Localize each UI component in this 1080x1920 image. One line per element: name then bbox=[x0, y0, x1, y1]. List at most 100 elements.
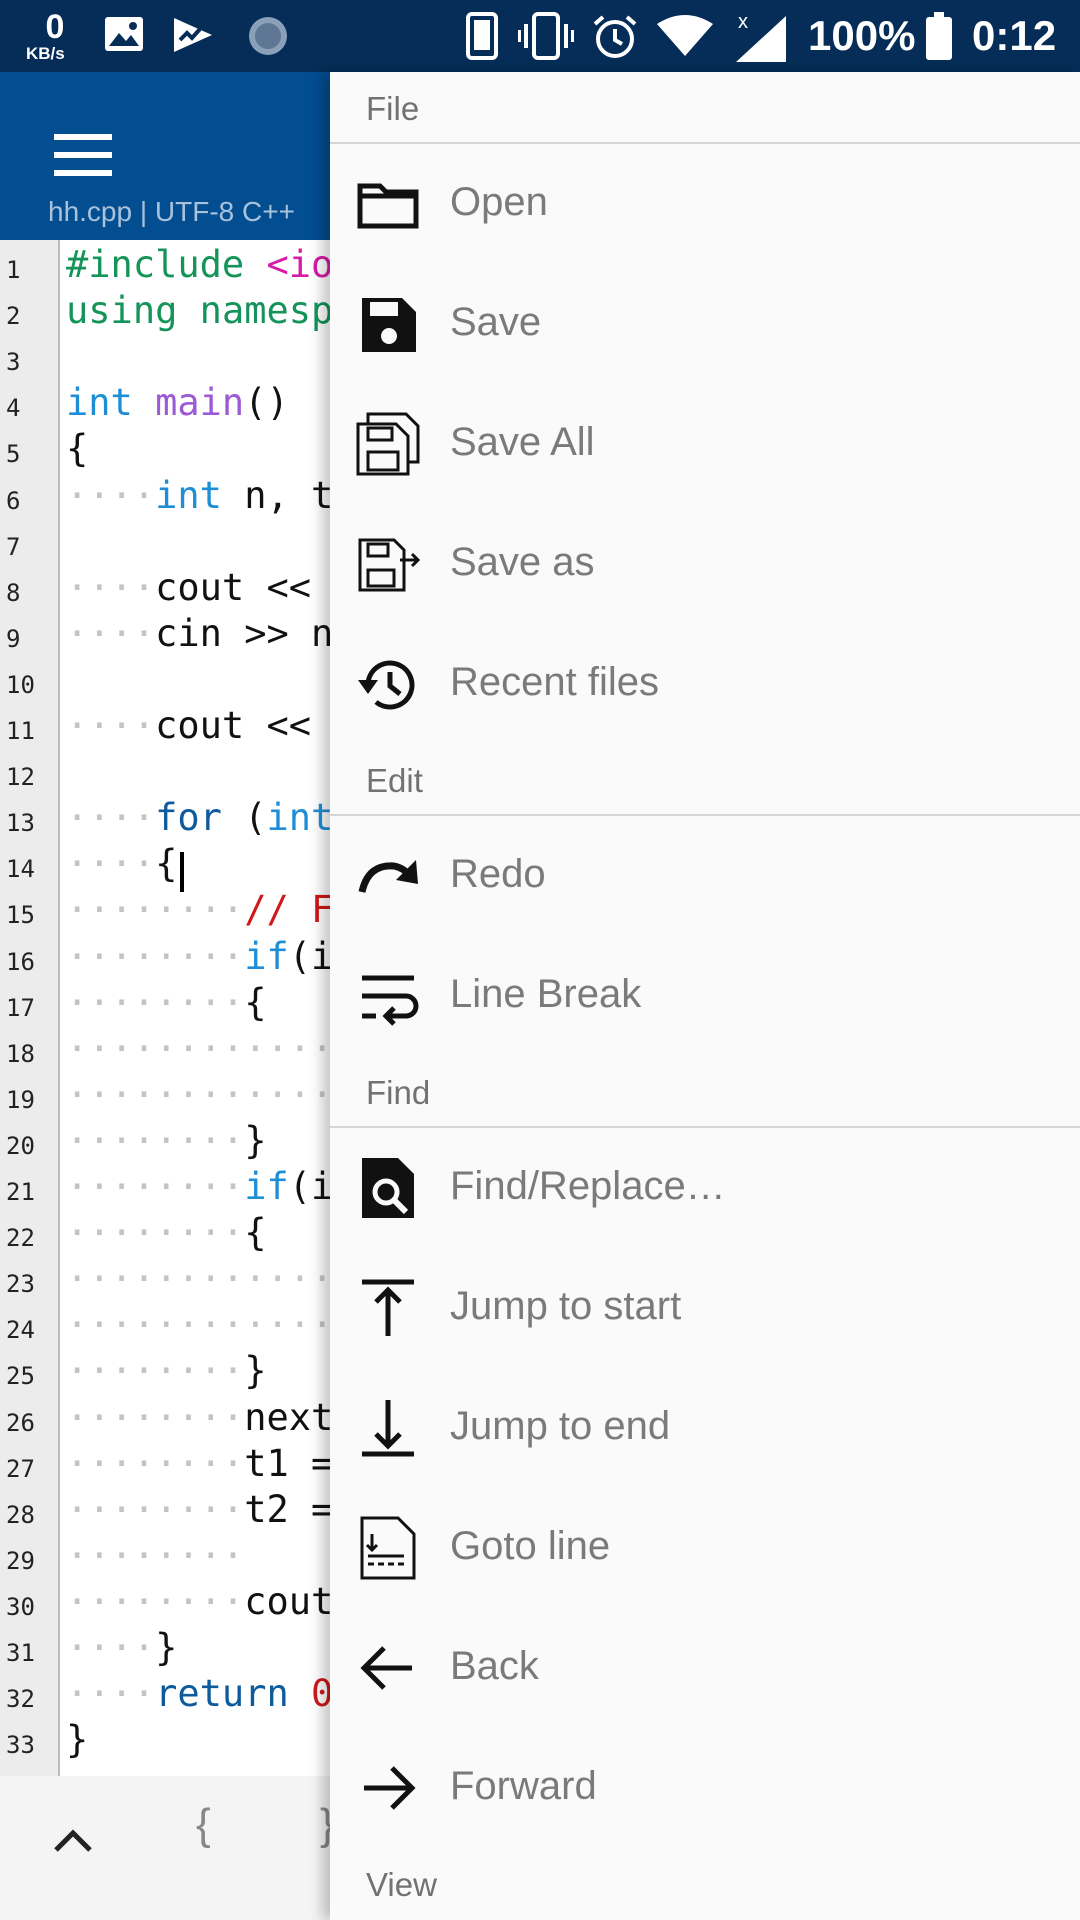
code-token: <io bbox=[266, 243, 334, 286]
line-number: 12 bbox=[6, 763, 35, 792]
line-number: 18 bbox=[6, 1039, 35, 1068]
arrow-left-icon bbox=[360, 1646, 412, 1690]
line-number: 5 bbox=[6, 440, 21, 469]
arrow-right-icon bbox=[364, 1766, 416, 1810]
line-number: 30 bbox=[6, 1592, 35, 1621]
code-line: } bbox=[66, 1717, 88, 1763]
line-number: 25 bbox=[6, 1362, 35, 1391]
line-number: 6 bbox=[6, 486, 21, 515]
menu-item-jump-to-start[interactable]: Jump to start bbox=[330, 1248, 1080, 1368]
symbol-brace-open[interactable]: { bbox=[196, 1800, 211, 1850]
line-number: 20 bbox=[6, 1131, 35, 1160]
code-line: ····cin >> n bbox=[66, 611, 333, 657]
menu-item-find-replace[interactable]: Find/Replace… bbox=[330, 1128, 1080, 1248]
code-line: ········cout bbox=[66, 1579, 333, 1625]
code-line: ········// F bbox=[66, 887, 333, 933]
code-token: #include bbox=[66, 243, 245, 286]
code-token: } bbox=[155, 1626, 178, 1669]
net-speed-value: 0 bbox=[45, 8, 65, 46]
menu-item-goto-line[interactable]: Goto line bbox=[330, 1488, 1080, 1608]
save-as-icon bbox=[358, 538, 421, 592]
indent-guide: ········ bbox=[66, 1533, 245, 1577]
code-token: (i bbox=[288, 1165, 334, 1208]
code-line: { bbox=[66, 426, 88, 472]
menu-item-line-break[interactable]: Line Break bbox=[330, 936, 1080, 1056]
line-number: 1 bbox=[6, 256, 21, 284]
code-line: ····int n, t bbox=[66, 473, 333, 519]
code-token: int bbox=[155, 473, 222, 517]
net-speed-unit: KB/s bbox=[26, 44, 65, 63]
code-token: t2 = bbox=[244, 1487, 334, 1531]
line-number: 8 bbox=[6, 578, 21, 607]
code-token: main bbox=[155, 381, 245, 425]
indent-guide: ···· bbox=[66, 1672, 156, 1716]
code-token: cout << bbox=[155, 565, 334, 609]
code-token: () bbox=[244, 381, 289, 425]
line-number: 17 bbox=[6, 993, 35, 1022]
code-token: int bbox=[266, 796, 334, 840]
menu-item-open[interactable]: Open bbox=[330, 144, 1080, 264]
indent-guide: ········ bbox=[66, 1579, 245, 1623]
code-token: cin >> n bbox=[155, 611, 334, 655]
menu-item-label: Open bbox=[450, 180, 548, 224]
jump-start-icon bbox=[362, 1279, 414, 1336]
goto-line-icon bbox=[360, 1516, 416, 1580]
menu-item-back[interactable]: Back bbox=[330, 1608, 1080, 1728]
line-number: 14 bbox=[6, 855, 35, 884]
line-number-gutter: 1 2 3 4 5 6 7 8 9 10 11 12 13 14 15 16 17 18 19 20 21 22 23 24 2… bbox=[0, 240, 60, 1776]
menu-item-save-as[interactable]: Save as bbox=[330, 504, 1080, 624]
menu-item-label: Line Break bbox=[450, 972, 642, 1016]
code-line: ····{ bbox=[66, 841, 177, 887]
menu-item-save[interactable]: Save bbox=[330, 264, 1080, 384]
code-token: } bbox=[244, 1349, 267, 1393]
indent-guide: ···· bbox=[66, 796, 156, 840]
svg-text:x: x bbox=[738, 11, 748, 33]
code-token: } bbox=[66, 1718, 89, 1762]
hamburger-menu-icon[interactable] bbox=[54, 134, 112, 176]
menu-item-label: Recent files bbox=[450, 660, 659, 704]
status-bar: 0 KB/s x 100% 0:12 bbox=[0, 0, 1080, 72]
code-line: #include <io bbox=[66, 242, 333, 288]
line-number: 9 bbox=[6, 624, 21, 653]
code-token: if bbox=[244, 934, 289, 978]
indent-guide: ···· bbox=[66, 704, 156, 747]
indent-guide: ···· bbox=[66, 473, 156, 517]
code-token: { bbox=[155, 842, 178, 886]
indent-guide: ········ bbox=[66, 1441, 245, 1485]
line-number: 24 bbox=[6, 1316, 35, 1345]
line-number: 28 bbox=[6, 1500, 35, 1529]
vibrate-icon bbox=[518, 12, 574, 60]
menu-item-label: Save All bbox=[450, 420, 595, 464]
indent-guide: ········ bbox=[66, 1211, 245, 1255]
menu-item-label: Save as bbox=[450, 540, 595, 584]
line-number: 31 bbox=[6, 1639, 35, 1667]
folder-icon bbox=[357, 183, 419, 229]
line-number: 33 bbox=[6, 1731, 35, 1760]
code-token: using bbox=[66, 289, 178, 333]
indent-guide: ···· bbox=[66, 611, 156, 655]
line-number: 13 bbox=[6, 809, 35, 838]
wifi-icon bbox=[657, 15, 713, 56]
chevron-up-icon[interactable] bbox=[48, 1816, 98, 1866]
navigation-drawer: File Open Save Save All Save as Recent files E… bbox=[330, 72, 1080, 1920]
menu-item-redo[interactable]: Redo bbox=[330, 816, 1080, 936]
wrap-icon bbox=[362, 975, 419, 1026]
menu-item-forward[interactable]: Forward bbox=[330, 1728, 1080, 1848]
line-number: 32 bbox=[6, 1685, 35, 1714]
line-number: 4 bbox=[6, 394, 21, 423]
indent-guide: ········ bbox=[66, 980, 245, 1024]
indent-guide: ···· bbox=[66, 565, 156, 609]
menu-item-jump-to-end[interactable]: Jump to end bbox=[330, 1368, 1080, 1488]
menu-item-save-all[interactable]: Save All bbox=[330, 384, 1080, 504]
indent-guide: ········ bbox=[66, 1395, 245, 1439]
code-token: (i bbox=[288, 934, 334, 978]
code-token: ( bbox=[221, 796, 267, 840]
code-line: ········if(i bbox=[66, 934, 333, 980]
indent-guide: ········ bbox=[66, 888, 245, 932]
code-line: using namesp bbox=[66, 288, 333, 334]
menu-item-label: Back bbox=[450, 1644, 539, 1688]
menu-item-recent-files[interactable]: Recent files bbox=[330, 624, 1080, 744]
text-cursor bbox=[180, 852, 184, 892]
